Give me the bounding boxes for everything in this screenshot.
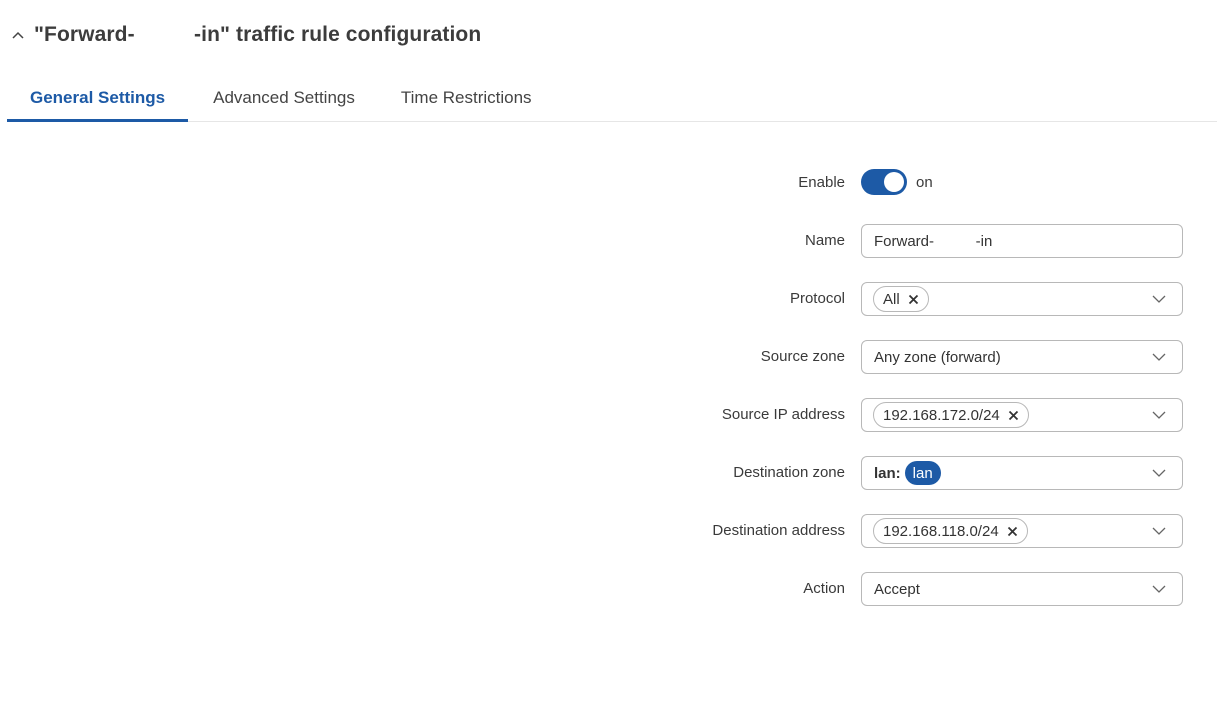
- name-input[interactable]: Forward- -in: [861, 224, 1183, 258]
- chevron-down-icon: [1152, 411, 1166, 419]
- source-zone-value: Any zone (forward): [874, 348, 1001, 366]
- section-header: "Forward- -in" traffic rule configuratio…: [10, 22, 481, 48]
- destination-address-select[interactable]: 192.168.118.0/24: [861, 514, 1183, 548]
- destination-address-label: Destination address: [712, 522, 845, 539]
- destination-zone-select[interactable]: lan: lan: [861, 456, 1183, 490]
- destination-zone-prefix: lan:: [874, 464, 901, 482]
- chevron-down-icon: [1152, 469, 1166, 477]
- tab-bar: General Settings Advanced Settings Time …: [7, 80, 1217, 122]
- protocol-select[interactable]: All: [861, 282, 1183, 316]
- destination-address-chip-label: 192.168.118.0/24: [883, 522, 999, 540]
- destination-zone-label: Destination zone: [733, 464, 845, 481]
- tab-general-settings[interactable]: General Settings: [7, 80, 189, 122]
- close-icon[interactable]: [908, 293, 920, 305]
- form-row-destination-address: Destination address 192.168.118.0/24: [0, 514, 1217, 548]
- source-ip-chip: 192.168.172.0/24: [873, 402, 1029, 428]
- chevron-up-icon[interactable]: [10, 27, 26, 43]
- form-row-source-zone: Source zone Any zone (forward): [0, 340, 1217, 374]
- form-row-source-ip: Source IP address 192.168.172.0/24: [0, 398, 1217, 432]
- page-title: "Forward- -in" traffic rule configuratio…: [34, 23, 482, 46]
- form-row-protocol: Protocol All: [0, 282, 1217, 316]
- close-icon[interactable]: [1007, 525, 1019, 537]
- protocol-label: Protocol: [789, 290, 845, 307]
- form-row-enable: Enable on: [0, 169, 1217, 203]
- form-row-name: Name Forward- -in: [0, 224, 1217, 258]
- action-select[interactable]: Accept: [861, 572, 1183, 606]
- source-ip-select[interactable]: 192.168.172.0/24: [861, 398, 1183, 432]
- source-ip-chip-label: 192.168.172.0/24: [883, 406, 1000, 424]
- protocol-chip: All: [873, 286, 929, 312]
- destination-zone-badge: lan: [904, 461, 941, 485]
- action-label: Action: [803, 580, 845, 597]
- chevron-down-icon: [1152, 353, 1166, 361]
- source-ip-label: Source IP address: [721, 406, 845, 423]
- action-value: Accept: [874, 580, 920, 598]
- enable-label: Enable: [798, 174, 845, 191]
- enable-state-text: on: [916, 173, 933, 191]
- tab-time-restrictions[interactable]: Time Restrictions: [378, 80, 555, 122]
- chevron-down-icon: [1152, 295, 1166, 303]
- chevron-down-icon: [1152, 585, 1166, 593]
- chevron-down-icon: [1152, 527, 1166, 535]
- close-icon[interactable]: [1008, 409, 1020, 421]
- form-row-destination-zone: Destination zone lan: lan: [0, 456, 1217, 490]
- form-row-action: Action Accept: [0, 572, 1217, 606]
- protocol-chip-label: All: [883, 290, 900, 308]
- source-zone-label: Source zone: [760, 348, 845, 365]
- name-label: Name: [804, 232, 845, 249]
- source-zone-select[interactable]: Any zone (forward): [861, 340, 1183, 374]
- enable-toggle[interactable]: [861, 169, 907, 195]
- tab-advanced-settings[interactable]: Advanced Settings: [188, 80, 378, 122]
- destination-address-chip: 192.168.118.0/24: [873, 518, 1028, 544]
- toggle-knob: [884, 172, 904, 192]
- enable-toggle-wrap: on: [861, 169, 933, 195]
- name-value: Forward- -in: [874, 232, 993, 250]
